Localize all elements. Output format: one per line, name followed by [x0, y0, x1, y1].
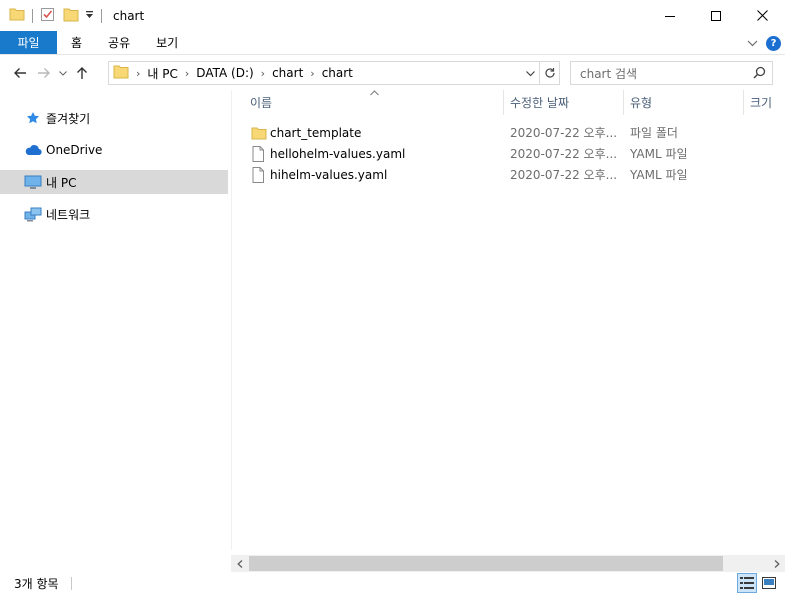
address-bar[interactable]: › 내 PC › DATA (D:) › chart › chart	[108, 61, 560, 85]
sidebar-item-this-pc[interactable]: 내 PC	[0, 170, 228, 194]
tab-share[interactable]: 공유	[95, 31, 143, 54]
sidebar-item-label: OneDrive	[46, 143, 103, 157]
back-arrow-icon[interactable]	[8, 61, 32, 85]
column-header-date-modified[interactable]: 수정한 날짜	[510, 90, 622, 115]
window-title: chart	[113, 8, 145, 23]
breadcrumb-item[interactable]: chart	[322, 66, 353, 80]
computer-icon	[24, 174, 42, 190]
search-input[interactable]: chart 검색	[570, 61, 773, 85]
tab-home[interactable]: 홈	[57, 31, 95, 54]
column-headers: 이름 수정한 날짜 유형 크기	[232, 90, 785, 115]
document-icon	[251, 166, 267, 183]
column-header-type[interactable]: 유형	[630, 90, 740, 115]
address-history-chevron-icon[interactable]	[521, 66, 539, 80]
sidebar-item-onedrive[interactable]: OneDrive	[0, 138, 228, 162]
minimize-icon[interactable]	[647, 0, 693, 31]
search-icon[interactable]	[753, 66, 766, 82]
sidebar-item-quick-access[interactable]: 즐겨찾기	[0, 106, 228, 130]
recent-locations-chevron-icon[interactable]	[56, 61, 70, 85]
chevron-right-icon[interactable]: ›	[261, 67, 265, 80]
horizontal-scrollbar[interactable]	[231, 555, 785, 572]
file-name: chart_template	[270, 125, 362, 140]
file-date: 2020-07-22 오후...	[510, 147, 618, 161]
item-count: 3개 항목	[14, 577, 59, 591]
chevron-right-icon[interactable]: ›	[185, 67, 189, 80]
help-icon[interactable]: ?	[766, 35, 781, 51]
search-placeholder: chart 검색	[580, 66, 638, 81]
status-bar: 3개 항목	[0, 572, 785, 595]
large-icons-view-icon[interactable]	[759, 573, 779, 593]
chevron-right-icon[interactable]: ›	[136, 67, 140, 80]
file-date: 2020-07-22 오후...	[510, 168, 618, 182]
document-icon	[251, 145, 267, 162]
refresh-icon[interactable]	[539, 62, 559, 84]
forward-arrow-icon[interactable]	[32, 61, 56, 85]
network-icon	[24, 206, 42, 222]
expand-ribbon-icon[interactable]	[747, 36, 758, 50]
column-header-size[interactable]: 크기	[750, 90, 785, 115]
cloud-icon	[24, 142, 42, 158]
tab-view[interactable]: 보기	[143, 31, 191, 54]
status-divider	[70, 577, 72, 590]
list-item[interactable]: hellohelm-values.yaml 2020-07-22 오후... Y…	[244, 143, 688, 164]
breadcrumb-item[interactable]: 내 PC	[147, 65, 177, 82]
column-divider[interactable]	[503, 90, 504, 115]
new-folder-icon[interactable]	[63, 7, 79, 25]
sidebar-item-label: 네트워크	[46, 207, 91, 222]
title-bar: chart	[0, 0, 785, 31]
sidebar-item-label: 즐겨찾기	[46, 111, 91, 126]
scroll-right-arrow-icon[interactable]	[768, 555, 785, 572]
quick-access-toolbar	[0, 0, 109, 31]
scrollbar-thumb[interactable]	[249, 556, 723, 571]
file-type: YAML 파일	[630, 168, 688, 182]
column-divider[interactable]	[743, 90, 744, 115]
details-view-icon[interactable]	[737, 573, 757, 593]
pane-divider[interactable]	[231, 90, 232, 550]
navigation-pane: 즐겨찾기 OneDrive 내 PC 네트워크	[0, 90, 231, 550]
file-name: hihelm-values.yaml	[270, 167, 388, 182]
list-item[interactable]: chart_template 2020-07-22 오후... 파일 폴더	[244, 122, 678, 143]
file-type: YAML 파일	[630, 147, 688, 161]
folder-icon	[9, 7, 25, 24]
navigation-bar: › 내 PC › DATA (D:) › chart › chart chart…	[0, 56, 785, 90]
tab-file[interactable]: 파일	[0, 31, 57, 54]
file-date: 2020-07-22 오후...	[510, 126, 618, 140]
file-name: hellohelm-values.yaml	[270, 146, 406, 161]
up-arrow-icon[interactable]	[70, 61, 94, 85]
close-icon[interactable]	[739, 0, 785, 31]
scroll-left-arrow-icon[interactable]	[231, 555, 248, 572]
breadcrumb-item[interactable]: chart	[272, 66, 303, 80]
folder-icon	[113, 64, 129, 82]
chevron-right-icon[interactable]: ›	[310, 67, 314, 80]
maximize-icon[interactable]	[693, 0, 739, 31]
properties-checkmark-icon[interactable]	[40, 7, 55, 25]
folder-icon	[251, 125, 267, 141]
column-divider[interactable]	[623, 90, 624, 115]
star-icon	[24, 110, 42, 126]
customize-dropdown-icon[interactable]	[85, 9, 94, 23]
sidebar-item-label: 내 PC	[46, 175, 77, 190]
breadcrumb-item[interactable]: DATA (D:)	[196, 66, 253, 80]
list-item[interactable]: hihelm-values.yaml 2020-07-22 오후... YAML…	[244, 164, 688, 185]
ribbon-tabs: 파일 홈 공유 보기 ?	[0, 31, 785, 55]
column-header-name[interactable]: 이름	[250, 90, 500, 115]
file-type: 파일 폴더	[630, 126, 678, 140]
sidebar-item-network[interactable]: 네트워크	[0, 202, 228, 226]
